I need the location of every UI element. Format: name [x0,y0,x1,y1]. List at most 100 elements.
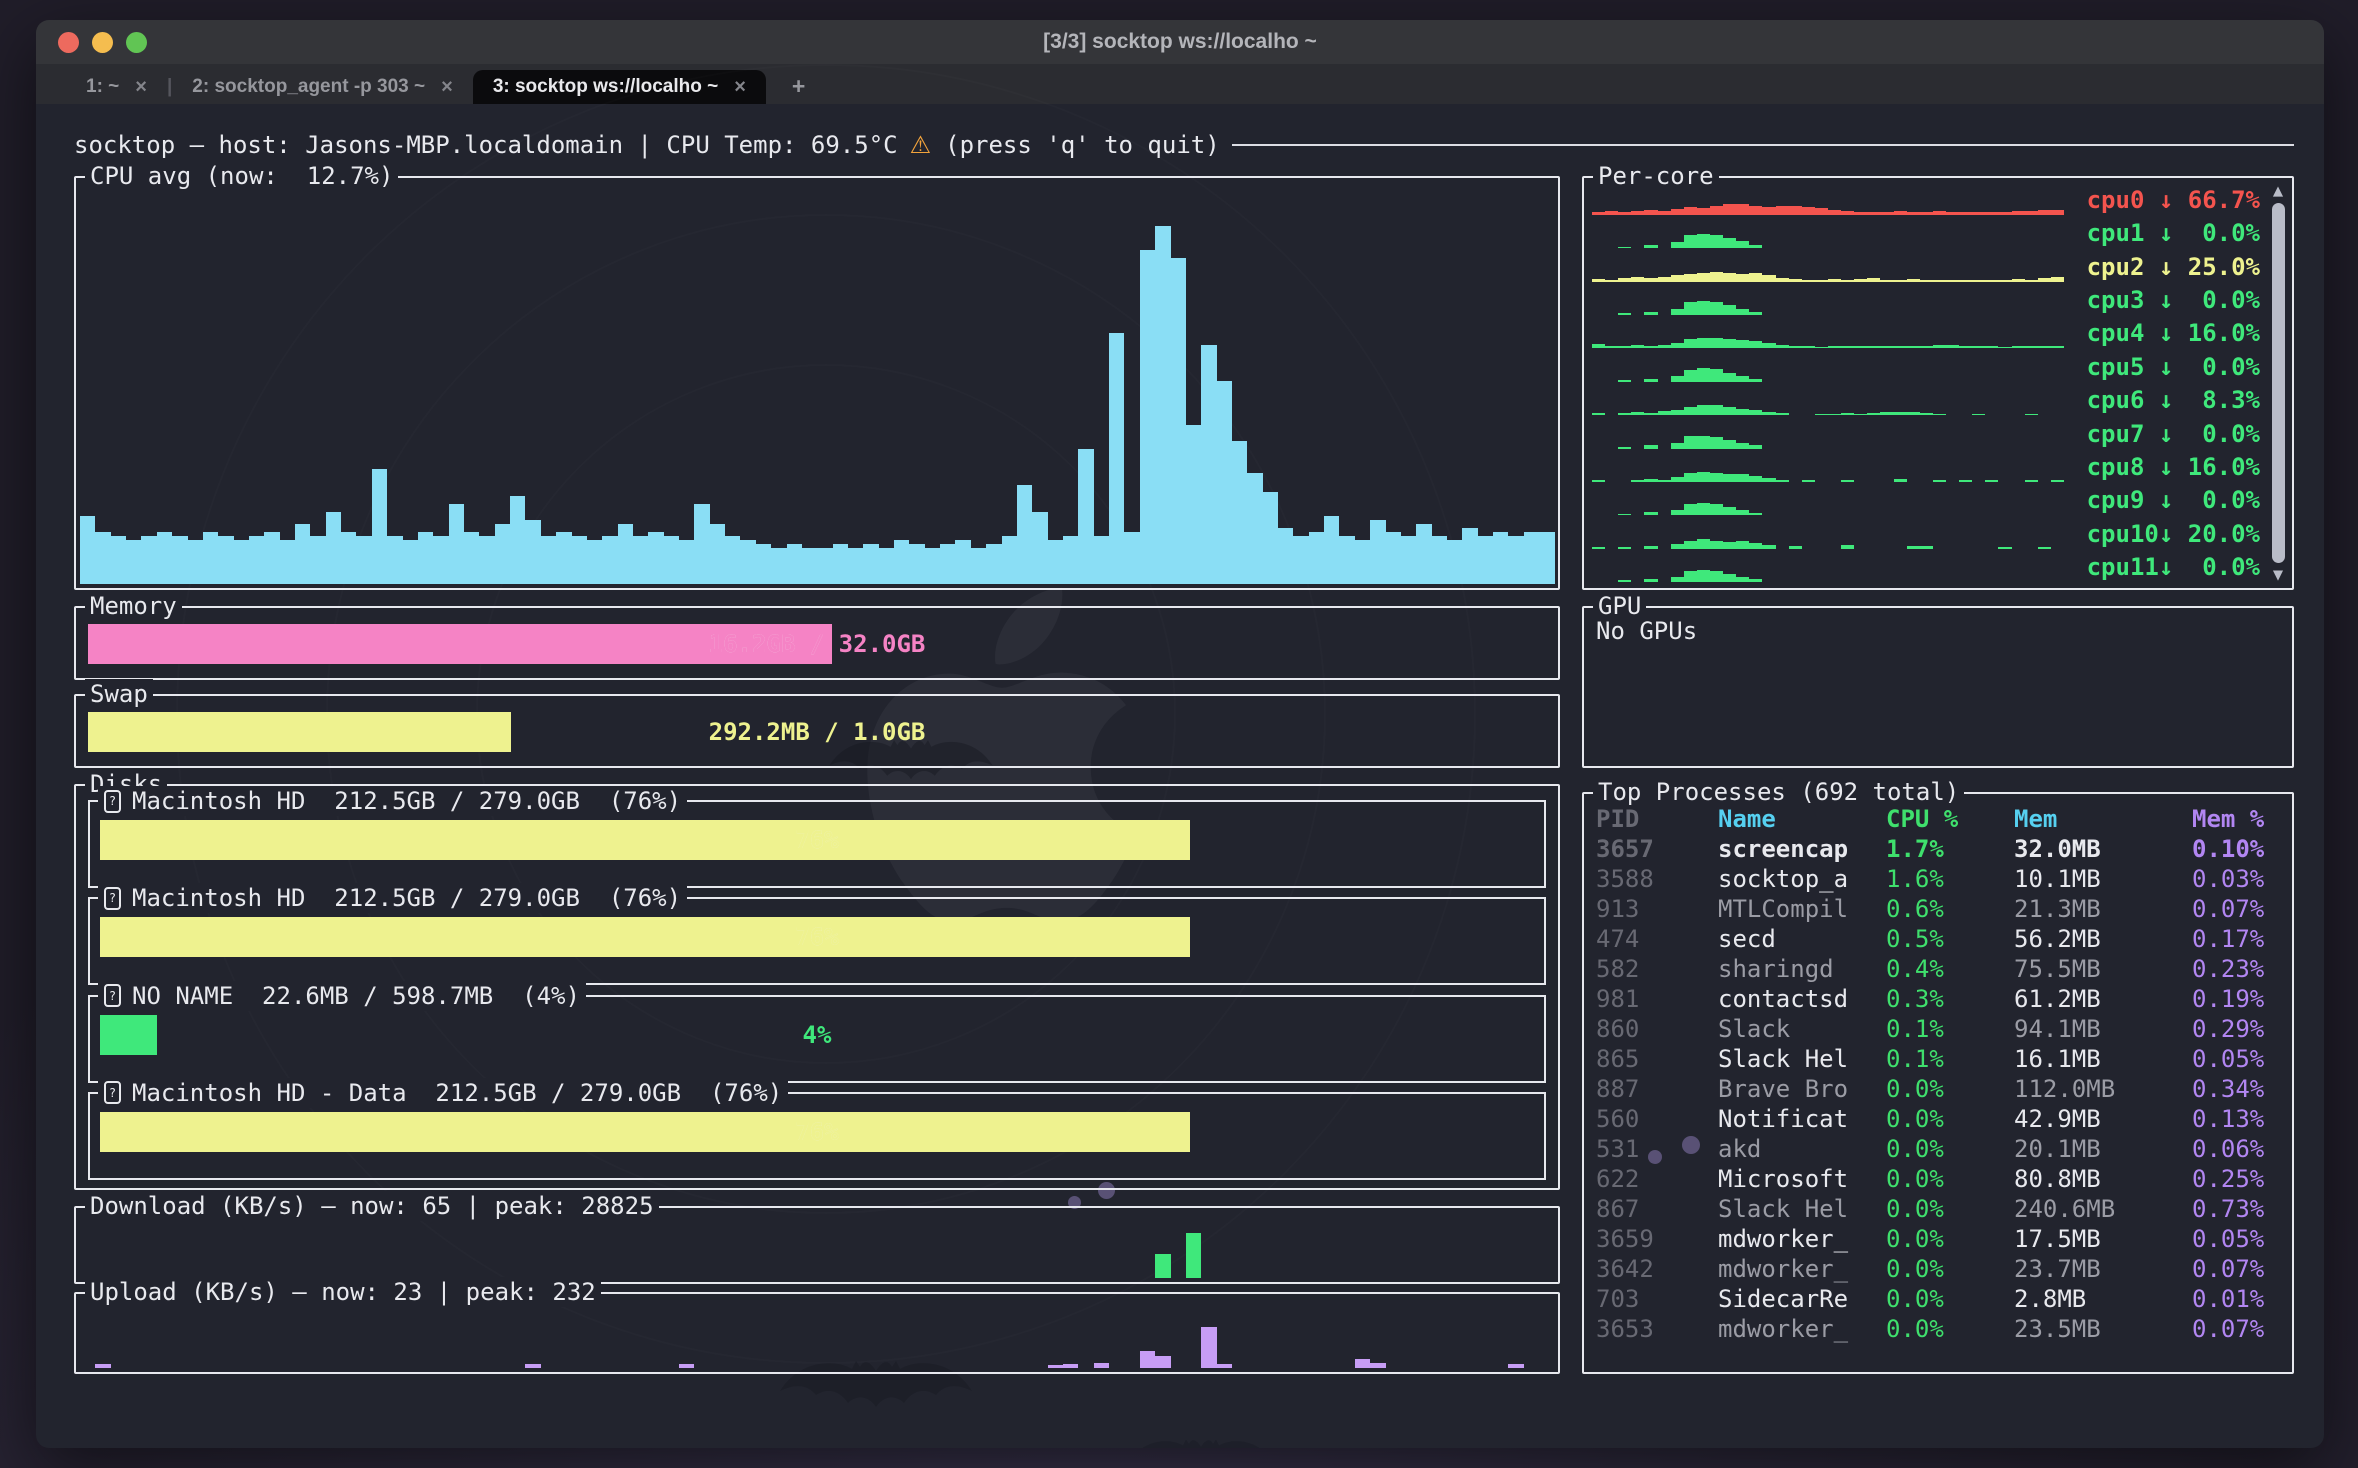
process-row: 3642mdworker_0.0%23.7MB0.07% [1596,1254,2282,1284]
chart-bar [1618,247,1631,249]
close-tab-icon[interactable]: × [734,76,746,99]
chart-bar [1736,340,1749,349]
chart-bar [2025,480,2038,482]
chart-bar [1762,478,1775,482]
disk-item: ?Macintosh HD 212.5GB / 279.0GB (76%)76%… [88,800,1546,888]
chart-bar [1539,532,1554,584]
chart-bar [1867,278,1880,281]
chart-bar [1933,345,1946,348]
chart-bar [1684,436,1697,448]
chart-bar [1618,514,1631,516]
chart-bar [1644,512,1657,515]
chart-bar [1959,212,1972,215]
process-cell-name: Slack Hel [1718,1194,1886,1224]
minimize-window-button[interactable] [92,32,113,53]
chart-bar [1946,345,1959,349]
cpu-avg-panel: CPU avg (now: 12.7%) [74,176,1560,590]
chart-bar [1723,574,1736,582]
disk-list: ?Macintosh HD 212.5GB / 279.0GB (76%)76%… [88,800,1546,1180]
chart-bar [2025,280,2038,282]
chart-bar [1841,211,1854,215]
scroll-up-icon[interactable]: ▲ [2273,182,2283,200]
swap-gauge: 292.2MB / 1.0GB292.2MB / 1.0GB [88,712,1546,752]
disk-gauge: 76%76% [100,1112,1534,1152]
chart-bar [1631,412,1644,415]
chart-bar [1684,274,1697,282]
chart-bar [971,548,986,584]
chart-bar [1710,206,1723,215]
chart-bar [1749,273,1762,282]
chart-bar [1841,545,1854,548]
disk-icon: ? [104,1081,121,1104]
chart-bar [1605,346,1618,349]
chart-bar [1841,480,1854,482]
quit-hint: (press 'q' to quit) [945,130,1220,160]
tab-label: 1: ~ [86,76,119,98]
chart-bar [1370,1363,1385,1368]
close-tab-icon[interactable]: × [441,76,453,99]
chart-bar [326,512,341,584]
chart-bar [1278,528,1293,584]
chart-bar [2051,346,2064,349]
process-cell-name: MTLCompil [1718,894,1886,924]
process-cell-pid: 3659 [1596,1224,1718,1254]
disk-label: NO NAME 22.6MB / 598.7MB (4%) [132,981,580,1011]
chart-bar [1171,258,1186,584]
process-cell-memp: 0.19% [2192,984,2282,1014]
chart-bar [510,496,525,584]
chart-bar [1854,279,1867,282]
tab-3-active[interactable]: 3: socktop ws://localho ~ × [473,70,766,104]
chart-bar [648,532,663,584]
process-cell-pid: 887 [1596,1074,1718,1104]
chart-bar [879,548,894,584]
process-cell-mem: 240.6MB [2014,1194,2192,1224]
core-sparkline [1592,388,2064,415]
core-label: cpu0 ↓ 66.7% [2068,186,2260,215]
chart-bar [1618,380,1631,382]
chart-bar [1880,412,1893,415]
chart-bar [833,544,848,584]
chart-bar [234,540,249,584]
process-row: 703SidecarRe0.0%2.8MB0.01% [1596,1284,2282,1314]
process-cell-name: screencap [1718,834,1886,864]
close-tab-icon[interactable]: × [135,76,147,99]
tab-2[interactable]: 2: socktop_agent -p 303 ~ × [172,70,473,104]
chart-bar [1697,436,1710,449]
chart-bar [1658,211,1671,215]
chart-bar [1749,543,1762,548]
chart-bar [387,536,402,584]
chart-bar [1749,312,1762,315]
chart-bar [1618,413,1631,415]
process-cell-name: contactsd [1718,984,1886,1014]
chart-bar [479,536,494,584]
scrollbar-thumb[interactable] [2272,203,2285,563]
tab-1[interactable]: 1: ~ × [66,70,167,104]
new-tab-button[interactable]: + [784,73,813,104]
core-row-cpu2: cpu2 ↓ 25.0% [1592,253,2260,282]
process-cell-cpu: 0.1% [1886,1044,2014,1074]
core-label: cpu7 ↓ 0.0% [2068,420,2260,449]
scroll-down-icon[interactable]: ▼ [2273,566,2283,584]
process-cell-name: SidecarRe [1718,1284,1886,1314]
process-cell-cpu: 0.0% [1886,1104,2014,1134]
chart-bar [1355,540,1370,584]
chart-bar [172,536,187,584]
close-window-button[interactable] [58,32,79,53]
chart-bar [817,548,832,584]
chart-bar [1762,343,1775,349]
chart-bar [310,536,325,584]
disks-panel: Disks ?Macintosh HD 212.5GB / 279.0GB (7… [74,784,1560,1190]
chart-bar [1736,541,1749,549]
chart-bar [1998,212,2011,215]
chart-bar [1697,405,1710,415]
chart-bar [1217,381,1232,584]
scrollbar[interactable]: ▲ ▼ [2267,182,2289,584]
chart-bar [1684,302,1697,316]
chart-bar [1186,1233,1201,1278]
chart-bar [1736,409,1749,415]
zoom-window-button[interactable] [126,32,147,53]
process-cell-name: sharingd [1718,954,1886,984]
core-label: cpu1 ↓ 0.0% [2068,219,2260,248]
chart-bar [403,540,418,584]
chart-bar [1959,346,1972,349]
